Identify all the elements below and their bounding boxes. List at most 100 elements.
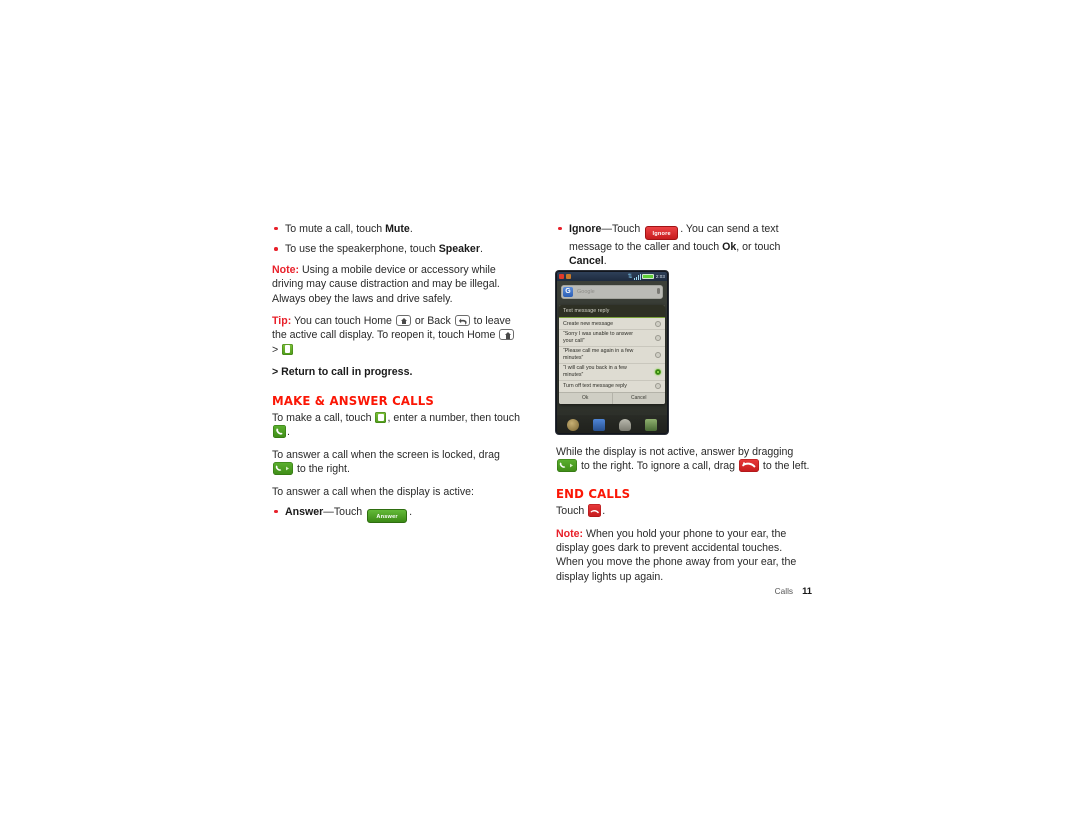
right-column-lower: While the display is not active, answer …: [556, 445, 812, 592]
home-key-icon: [499, 329, 515, 341]
answer-button[interactable]: Answer: [367, 509, 408, 524]
phone-screenshot: ⇅ 2:03 G Google Text message reply Creat…: [556, 271, 668, 434]
bullet-answer: Answer—Touch Answer.: [272, 505, 522, 524]
locked-answer-paragraph: To answer a call when the screen is lock…: [272, 448, 522, 477]
bullet-speaker-pre: To use the speakerphone, touch: [285, 243, 439, 256]
answer-dash: —Touch: [323, 506, 366, 519]
tip-label: Tip:: [272, 315, 292, 328]
battery-icon: [642, 273, 655, 280]
list-item[interactable]: “Sorry I was unable to answer your call”: [559, 328, 665, 346]
dialog-ok-button[interactable]: Ok: [559, 393, 612, 404]
phone-dock: [557, 415, 667, 433]
bullet-dot-icon: [274, 509, 278, 514]
clock-icon[interactable]: [567, 419, 579, 431]
option-label: “Please call me again in a few minutes”: [563, 348, 634, 361]
status-left-icons: [557, 274, 571, 279]
radio-icon[interactable]: [655, 334, 661, 341]
bullet-mute-post: .: [409, 223, 413, 235]
locked-answer-part2: to the right.: [294, 463, 350, 476]
locked-answer-part1: To answer a call when the screen is lock…: [272, 448, 500, 461]
option-label: “I will call you back in a few minutes”: [563, 365, 627, 379]
section-heading-end-calls: END CALLS: [556, 485, 631, 501]
ignore-dash: —Touch: [601, 223, 644, 235]
drag-part1: While the display is not active, answer …: [556, 446, 794, 458]
dialer-app-icon: [375, 412, 387, 424]
bullet-mute-bold: Mute: [385, 223, 410, 235]
footer-page-number: 11: [802, 585, 812, 596]
page-footer: Calls 11: [556, 585, 812, 596]
bullet-dot-icon: [274, 246, 278, 251]
status-right-icons: ⇅ 2:03: [627, 273, 665, 280]
google-logo-icon: G: [563, 287, 573, 297]
google-search-widget[interactable]: G Google: [561, 285, 663, 299]
make-call-part2: , enter a number, then touch: [387, 412, 520, 425]
bullet-speaker-post: .: [479, 243, 483, 256]
answer-bold: Answer: [285, 506, 324, 519]
manual-page: To mute a call, touch Mute. To use the s…: [0, 0, 1080, 834]
ignore-button[interactable]: Ignore: [645, 226, 679, 240]
section-heading-make-answer-calls: MAKE & ANSWER CALLS: [272, 392, 435, 408]
make-call-part3: .: [287, 426, 290, 439]
answer-drag-icon: [557, 459, 577, 473]
ignore-ok-bold: Ok: [722, 241, 737, 253]
make-call-part1: To make a call, touch: [272, 412, 375, 425]
touch-end-call-paragraph: Touch .: [556, 504, 812, 518]
option-label: “Sorry I was unable to answer your call”: [563, 331, 634, 344]
home-key-icon: [395, 315, 411, 327]
end-call-icon: [588, 504, 602, 518]
sim-icon: [565, 274, 571, 279]
bullet-mute: To mute a call, touch Mute.: [272, 222, 522, 236]
ignore-bold: Ignore: [569, 223, 602, 235]
radio-icon[interactable]: [655, 382, 661, 389]
bullet-mute-pre: To mute a call, touch: [285, 223, 386, 235]
bullet-dot-icon: [274, 226, 278, 231]
bullet-speaker: To use the speakerphone, touch Speaker.: [272, 242, 522, 256]
option-label: Turn off text message reply: [563, 382, 627, 389]
note-paragraph-right: Note: When you hold your phone to your e…: [556, 527, 812, 585]
answer-post: .: [409, 506, 413, 519]
note-paragraph-left: Note: Using a mobile device or accessory…: [272, 263, 522, 306]
bullet-speaker-bold: Speaker: [438, 243, 480, 256]
ignore-part3: , or touch: [736, 241, 781, 253]
radio-icon[interactable]: [655, 320, 661, 327]
note-label: Note:: [556, 527, 584, 540]
right-column: Ignore—Touch Ignore. You can send a text…: [556, 222, 812, 275]
radio-icon-selected[interactable]: [655, 369, 661, 376]
list-item[interactable]: “I will call you back in a few minutes”: [559, 362, 665, 380]
bullet-dot-icon: [558, 226, 562, 231]
ignore-post: .: [603, 255, 607, 268]
phone-status-bar: ⇅ 2:03: [557, 272, 667, 281]
call-button-icon: [273, 425, 286, 439]
drag-part3: to the left.: [759, 460, 810, 473]
footer-chapter-label: Calls: [774, 586, 794, 596]
touch-part1: Touch: [556, 505, 588, 518]
dialog-cancel-button[interactable]: Cancel: [611, 392, 666, 404]
tip-part4: >: [272, 343, 282, 356]
search-placeholder: Google: [577, 289, 595, 295]
ignore-cancel-bold: Cancel: [569, 255, 604, 268]
return-to-call-subref: > Return to call in progress.: [272, 366, 413, 379]
list-item[interactable]: “Please call me again in a few minutes”: [559, 345, 665, 363]
left-column: To mute a call, touch Mute. To use the s…: [272, 222, 522, 529]
note-label: Note:: [272, 263, 300, 276]
status-time: 2:03: [655, 274, 665, 279]
camera-icon[interactable]: [645, 419, 657, 431]
list-item[interactable]: Turn off text message reply: [559, 380, 665, 391]
contacts-icon[interactable]: [593, 419, 605, 431]
text-message-reply-dialog: Text message reply Create new message “S…: [559, 305, 665, 404]
alarm-icon: [559, 274, 564, 279]
option-label: Create new message: [563, 320, 614, 327]
back-key-icon: [454, 315, 470, 327]
signal-icon: [634, 273, 641, 280]
radio-icon[interactable]: [655, 351, 661, 358]
dialog-option-list: Create new message “Sorry I was unable t…: [559, 318, 665, 392]
dialog-title: Text message reply: [559, 305, 665, 318]
tip-paragraph: Tip: You can touch Home or Back to leave…: [272, 314, 522, 357]
dialer-app-icon: [282, 343, 294, 355]
launcher-icon[interactable]: [619, 419, 631, 431]
bluetooth-icon: ⇅: [627, 273, 633, 280]
mic-icon[interactable]: [657, 287, 660, 294]
note-text: When you hold your phone to your ear, th…: [556, 527, 797, 583]
drag-part2: to the right. To ignore a call, drag: [578, 460, 738, 473]
list-item[interactable]: Create new message: [559, 319, 665, 329]
